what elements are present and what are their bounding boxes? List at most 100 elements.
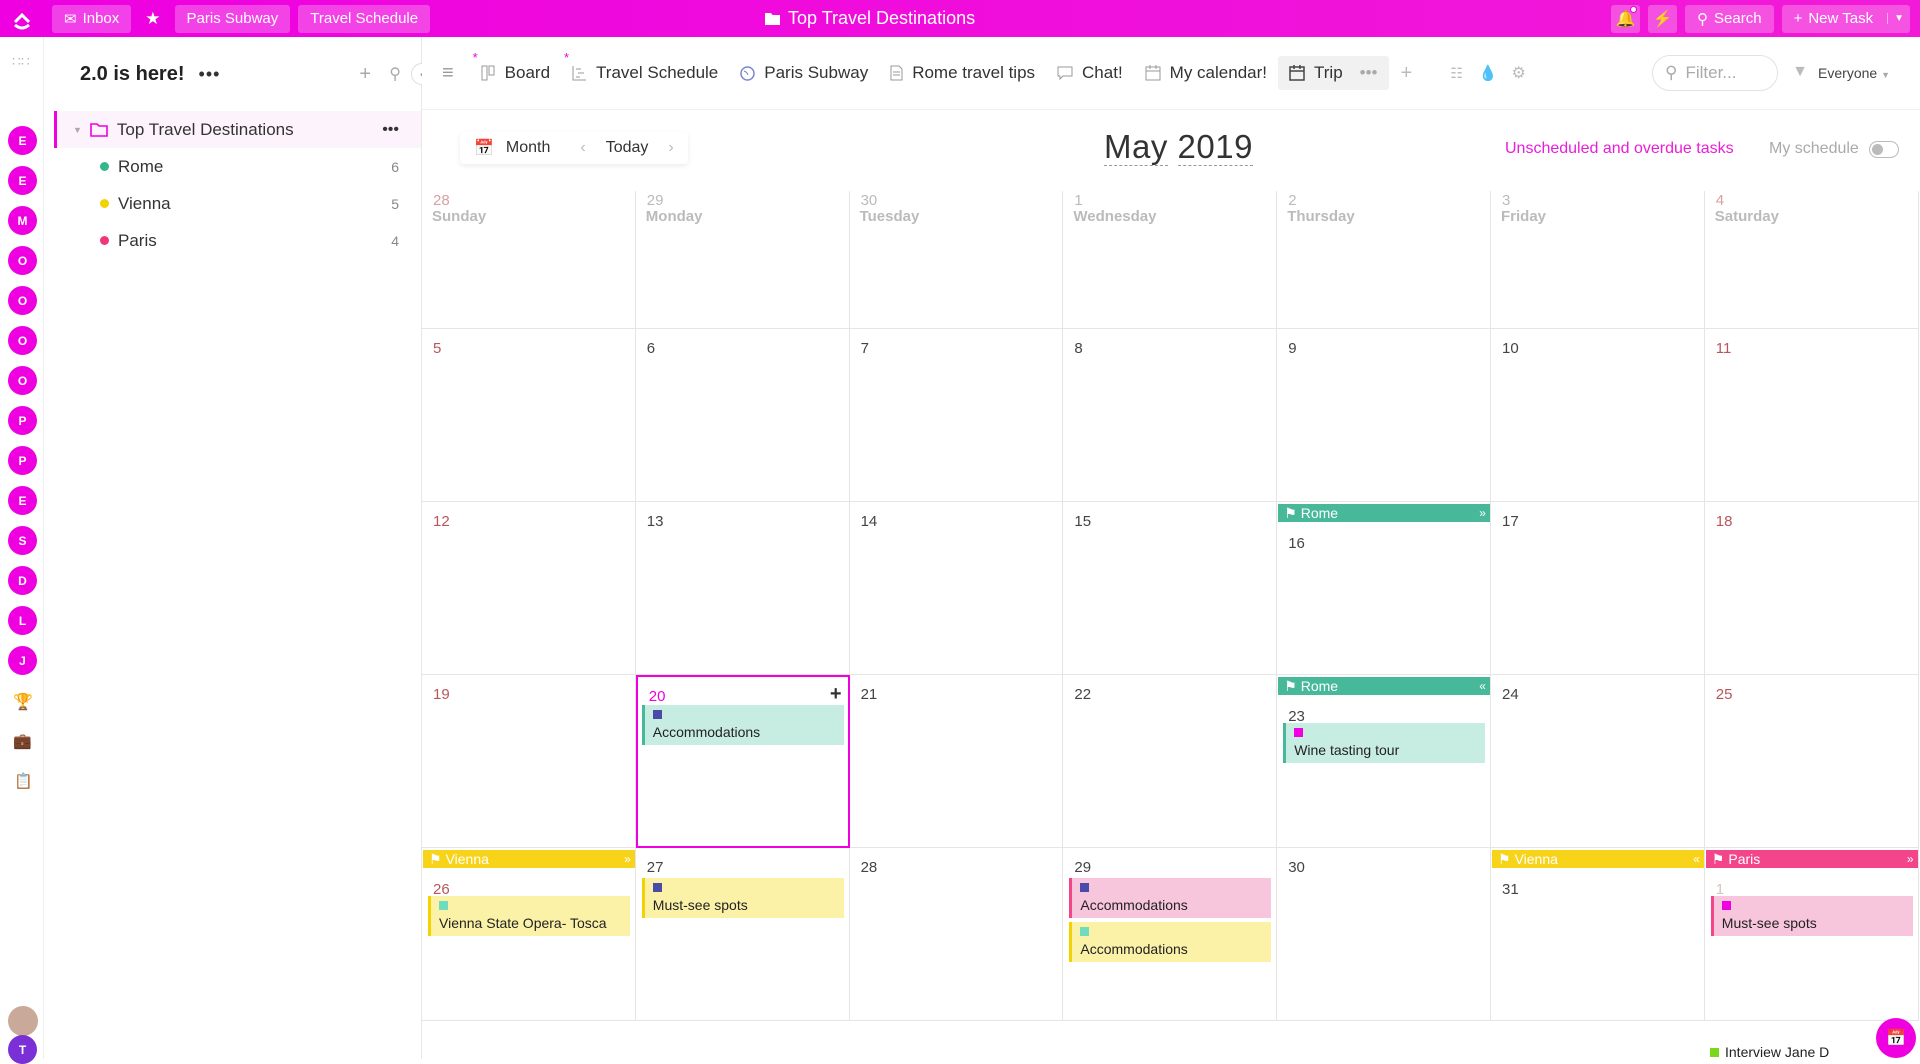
- favorites-star-icon[interactable]: ★: [145, 9, 160, 29]
- calendar-day-cell[interactable]: 3 Friday: [1491, 191, 1705, 329]
- calendar-day-cell[interactable]: 29 Monday: [635, 191, 850, 329]
- calendar-day-cell[interactable]: 22: [1063, 675, 1278, 848]
- task-card[interactable]: Accommodations: [641, 705, 844, 745]
- caret-down-icon[interactable]: ▼: [73, 125, 82, 135]
- lightning-icon[interactable]: ⚡: [1648, 4, 1678, 33]
- calendar-day-cell[interactable]: 24: [1491, 675, 1705, 848]
- task-card[interactable]: Interview Jane D: [1710, 1045, 1860, 1059]
- multi-day-event-bar[interactable]: ⚑ Vienna «: [1492, 850, 1704, 868]
- user-photo-avatar[interactable]: [8, 1006, 38, 1036]
- notifications-bell-icon[interactable]: 🔔: [1611, 4, 1641, 33]
- avatar[interactable]: P: [8, 446, 37, 475]
- avatar[interactable]: E: [8, 486, 37, 515]
- calendar-day-cell[interactable]: 12: [422, 502, 636, 675]
- calendar-float-icon[interactable]: 📅: [1876, 1018, 1916, 1058]
- avatar[interactable]: O: [8, 366, 37, 395]
- calendar-day-cell[interactable]: 13: [635, 502, 850, 675]
- unscheduled-tasks-link[interactable]: Unscheduled and overdue tasks: [1505, 140, 1734, 158]
- user-avatar[interactable]: T: [8, 1035, 37, 1064]
- briefcase-icon[interactable]: 💼: [13, 732, 32, 750]
- task-card[interactable]: Must-see spots: [1710, 896, 1913, 936]
- avatar[interactable]: J: [8, 646, 37, 675]
- avatar[interactable]: O: [8, 246, 37, 275]
- calendar-day-cell[interactable]: 14: [849, 502, 1064, 675]
- settings-gear-icon[interactable]: ⚙: [1511, 63, 1525, 83]
- calendar-day-cell[interactable]: 30 Tuesday: [849, 191, 1064, 329]
- add-task-icon[interactable]: +: [830, 683, 842, 706]
- multi-day-event-bar[interactable]: ⚑ Vienna »: [423, 850, 635, 868]
- grid-icon[interactable]: ∷∷: [12, 53, 30, 70]
- prev-arrow-icon[interactable]: ‹: [580, 139, 585, 157]
- clipboard-icon[interactable]: 📋: [14, 772, 33, 790]
- avatar[interactable]: M: [8, 206, 37, 235]
- calendar-day-cell[interactable]: 11: [1704, 329, 1919, 502]
- multi-day-event-bar[interactable]: ⚑ Rome »: [1278, 504, 1490, 522]
- calendar-day-cell[interactable]: 10: [1491, 329, 1705, 502]
- everyone-dropdown[interactable]: Everyone ▼: [1818, 65, 1890, 81]
- next-arrow-icon[interactable]: ›: [668, 139, 673, 157]
- breadcrumb-travel-schedule[interactable]: Travel Schedule: [298, 4, 431, 33]
- hierarchy-icon[interactable]: ☷: [1450, 65, 1463, 82]
- calendar-day-cell[interactable]: 4 Saturday: [1704, 191, 1919, 329]
- color-drop-icon[interactable]: 💧: [1479, 64, 1498, 82]
- avatar[interactable]: P: [8, 406, 37, 435]
- new-task-button[interactable]: + New Task ▼: [1781, 4, 1910, 33]
- multi-day-event-bar[interactable]: ⚑ Paris »: [1705, 850, 1918, 868]
- folder-menu-icon[interactable]: •••: [382, 121, 399, 139]
- calendar-day-cell[interactable]: 17: [1491, 502, 1705, 675]
- calendar-day-cell[interactable]: 21: [849, 675, 1064, 848]
- today-button[interactable]: Today: [606, 139, 649, 157]
- inbox-button[interactable]: ✉ Inbox: [52, 4, 132, 33]
- add-view-icon[interactable]: +: [1401, 62, 1413, 85]
- task-card[interactable]: Must-see spots: [641, 878, 844, 918]
- trophy-icon[interactable]: 🏆: [13, 692, 33, 712]
- funnel-icon[interactable]: ▼: [1792, 63, 1808, 81]
- calendar-day-cell[interactable]: 2 Thursday: [1277, 191, 1491, 329]
- calendar-day-cell[interactable]: 1 Wednesday: [1063, 191, 1278, 329]
- task-card[interactable]: Accommodations: [1069, 922, 1272, 962]
- calendar-day-cell[interactable]: 15: [1063, 502, 1278, 675]
- sidebar-item-paris[interactable]: Paris 4: [44, 222, 421, 259]
- task-card[interactable]: Accommodations: [1069, 878, 1272, 918]
- filter-input[interactable]: ⚲ Filter...: [1652, 55, 1778, 91]
- sidebar-item-rome[interactable]: Rome 6: [44, 148, 421, 185]
- tab-my-calendar[interactable]: My calendar!: [1134, 56, 1278, 90]
- views-layers-icon[interactable]: ≡: [442, 62, 454, 85]
- avatar[interactable]: E: [8, 166, 37, 195]
- tab-chat[interactable]: Chat!: [1046, 56, 1134, 90]
- tab-board[interactable]: * Board: [470, 50, 561, 90]
- calendar-day-cell[interactable]: 25: [1704, 675, 1919, 848]
- avatar[interactable]: D: [8, 566, 37, 595]
- avatar[interactable]: S: [8, 526, 37, 555]
- tab-travel-schedule[interactable]: * Travel Schedule: [561, 50, 729, 90]
- calendar-day-cell[interactable]: 19: [422, 675, 636, 848]
- tab-paris-subway[interactable]: Paris Subway: [729, 56, 879, 90]
- more-options-icon[interactable]: •••: [199, 64, 221, 85]
- calendar-day-cell[interactable]: 20 +: [635, 675, 850, 848]
- clickup-logo-icon[interactable]: [0, 0, 44, 37]
- add-icon[interactable]: +: [359, 63, 371, 86]
- breadcrumb-paris-subway[interactable]: Paris Subway: [174, 4, 291, 33]
- calendar-day-cell[interactable]: 7: [849, 329, 1064, 502]
- task-card[interactable]: Wine tasting tour: [1283, 723, 1485, 763]
- calendar-day-cell[interactable]: 8: [1063, 329, 1278, 502]
- sidebar-item-vienna[interactable]: Vienna 5: [44, 185, 421, 222]
- avatar[interactable]: O: [8, 286, 37, 315]
- tab-rome-travel-tips[interactable]: Rome travel tips: [879, 56, 1046, 90]
- tab-menu-icon[interactable]: •••: [1360, 63, 1378, 83]
- sidebar-folder[interactable]: ▼ Top Travel Destinations •••: [54, 111, 421, 148]
- chevron-down-icon[interactable]: ▼: [1887, 13, 1904, 24]
- search-icon[interactable]: ⚲: [389, 64, 401, 84]
- calendar-day-cell[interactable]: 5: [422, 329, 636, 502]
- tab-trip[interactable]: Trip •••: [1278, 56, 1389, 90]
- multi-day-event-bar[interactable]: ⚑ Rome «: [1278, 677, 1490, 695]
- calendar-day-cell[interactable]: 28 Sunday: [422, 191, 636, 329]
- avatar[interactable]: E: [8, 126, 37, 155]
- search-button[interactable]: ⚲ Search: [1685, 4, 1774, 33]
- calendar-day-cell[interactable]: 9: [1277, 329, 1491, 502]
- my-schedule-toggle[interactable]: My schedule: [1769, 140, 1899, 158]
- calendar-day-cell[interactable]: 28: [849, 848, 1064, 1021]
- calendar-day-cell[interactable]: 30: [1277, 848, 1491, 1021]
- year-name[interactable]: 2019: [1177, 128, 1253, 166]
- calendar-day-cell[interactable]: 16: [1277, 502, 1491, 675]
